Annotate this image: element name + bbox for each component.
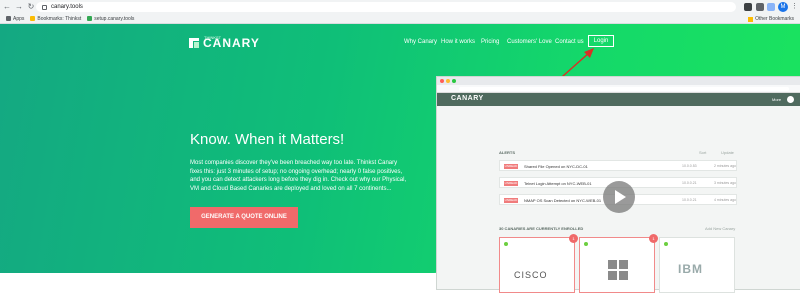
folder-icon — [748, 16, 754, 22]
extension-icon[interactable] — [744, 3, 752, 11]
alerts-title: ALERTS — [499, 150, 515, 155]
address-bar[interactable]: canary.tools — [36, 2, 736, 12]
nav-why-canary[interactable]: Why Canary — [404, 39, 437, 45]
canary-favicon-icon — [87, 16, 93, 21]
alert-ip: 10.0.0.21 — [682, 181, 697, 185]
nav-contact-us[interactable]: Contact us — [555, 39, 584, 45]
alerts-link-update: Update — [721, 150, 734, 155]
other-bookmarks[interactable]: Other Bookmarks — [748, 16, 794, 22]
ibm-logo: IBM — [678, 262, 703, 276]
nav-customers-love[interactable]: Customers' Love — [507, 39, 552, 45]
bookmark-setup[interactable]: setup.canary.tools — [87, 16, 134, 22]
bookmarks-bar: Apps Bookmarks: Thinkst setup.canary.too… — [0, 14, 800, 24]
folder-icon — [30, 16, 36, 21]
generate-quote-button[interactable]: GENERATE A QUOTE ONLINE — [190, 207, 298, 228]
logo-subtitle: THINKST — [204, 35, 222, 40]
hero-body: Most companies discover they've been bre… — [190, 160, 407, 192]
site-logo[interactable]: THINKST CANARY — [188, 35, 260, 50]
nav-how-it-works[interactable]: How it works — [441, 39, 475, 45]
maximize-dot-icon — [452, 79, 456, 83]
canary-logo-icon — [189, 38, 199, 48]
preview-address-bar — [437, 85, 800, 93]
unread-badge: UNREAD — [504, 181, 518, 186]
profile-avatar[interactable]: M — [778, 2, 788, 12]
alert-ip: 10.0.0.53 — [682, 164, 697, 168]
lock-icon — [42, 4, 47, 10]
status-online-icon — [584, 242, 588, 246]
alerts-link-sort: Sort — [699, 150, 707, 155]
status-online-icon — [664, 242, 668, 246]
alert-message: Shared File Opened on NYC-DC-01 — [524, 164, 588, 169]
apps-icon — [6, 16, 11, 21]
bookmark-apps[interactable]: Apps — [6, 16, 24, 22]
console-preview[interactable]: CANARY More ALERTS Sort Update UNREAD Sh… — [436, 76, 800, 293]
alert-row: UNREAD Shared File Opened on NYC-DC-01 1… — [499, 160, 737, 171]
reload-icon[interactable]: ↻ — [26, 2, 36, 12]
preview-window-bar — [437, 77, 800, 85]
cisco-logo: CISCO — [514, 270, 548, 280]
status-online-icon — [504, 242, 508, 246]
alert-time: 3 minutes ago — [714, 181, 736, 185]
alert-count-badge: 1 — [649, 234, 658, 243]
play-video-icon[interactable] — [603, 181, 635, 213]
alert-message: Telnet Login Attempt on NYC-WEB-01 — [524, 181, 592, 186]
nav-pricing[interactable]: Pricing — [481, 39, 499, 45]
close-dot-icon — [440, 79, 444, 83]
hero-headline: Know. When it Matters! — [190, 131, 345, 148]
add-canary-link: Add New Canary — [705, 226, 736, 231]
unread-badge: UNREAD — [504, 164, 518, 169]
preview-header: CANARY More — [437, 93, 800, 106]
preview-more: More — [772, 97, 782, 102]
minimize-dot-icon — [446, 79, 450, 83]
alert-time: 2 minutes ago — [714, 164, 736, 168]
alert-count-badge: 1 — [569, 234, 578, 243]
preview-menu-icon — [787, 96, 794, 103]
canary-card: IBM — [659, 237, 735, 293]
back-icon[interactable]: ← — [2, 2, 12, 12]
canaries-title: 30 CANARIES ARE CURRENTLY ENROLLED — [499, 226, 584, 231]
extension-icon[interactable] — [756, 3, 764, 11]
extension-icon[interactable] — [767, 3, 775, 11]
alert-time: 4 minutes ago — [714, 198, 736, 202]
alert-ip: 10.0.0.21 — [682, 198, 697, 202]
windows-logo-icon — [608, 260, 628, 280]
bookmark-thinkst[interactable]: Bookmarks: Thinkst — [30, 16, 81, 22]
canary-card: 1 — [579, 234, 658, 293]
alert-message: NMAP OS Scan Detected on NYC-WEB-01 — [524, 198, 602, 203]
web-page: THINKST CANARY Why Canary How it works P… — [0, 24, 800, 303]
browser-menu-icon[interactable]: ⋮ — [791, 2, 798, 10]
address-url: canary.tools — [51, 4, 83, 10]
forward-icon[interactable]: → — [14, 2, 24, 12]
unread-badge: UNREAD — [504, 198, 518, 203]
preview-logo: CANARY — [451, 95, 484, 102]
canary-card: 1 CISCO — [499, 234, 578, 293]
